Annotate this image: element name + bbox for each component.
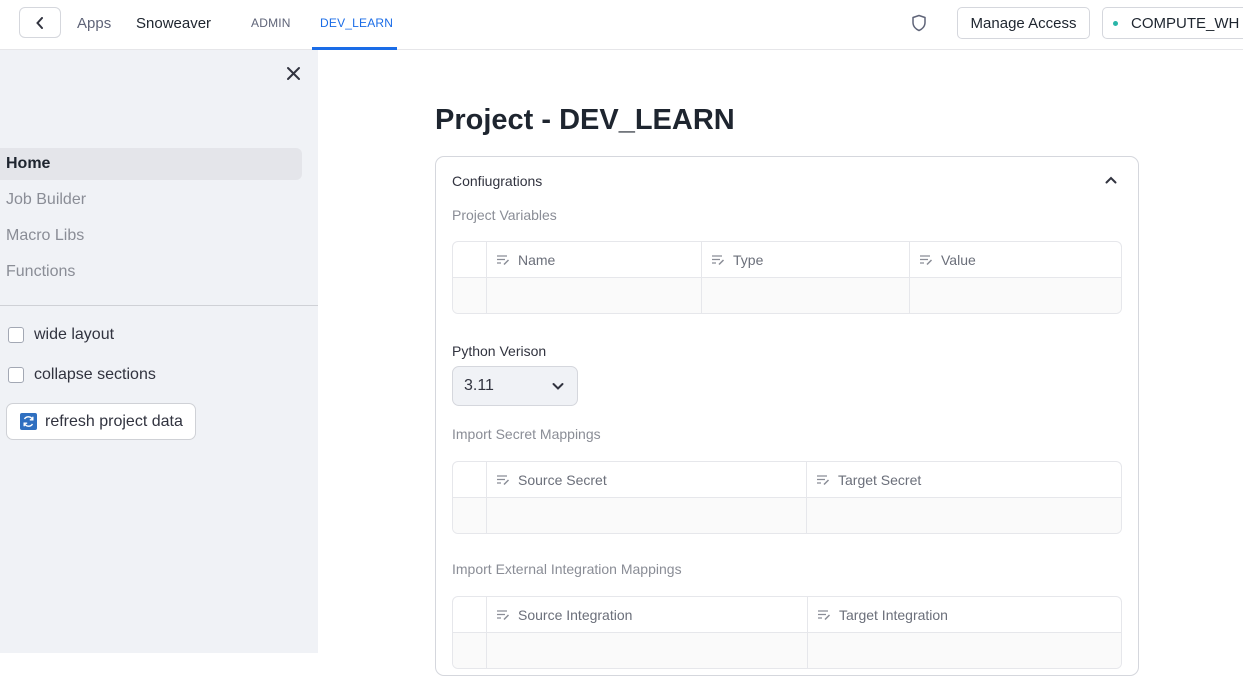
tab-dev-learn[interactable]: DEV_LEARN — [320, 16, 393, 30]
configurations-expander-title[interactable]: Confiugrations — [452, 173, 542, 189]
python-version-label: Python Verison — [452, 343, 547, 359]
breadcrumb-app-name: Snoweaver — [136, 15, 212, 32]
manage-access-button[interactable]: Manage Access — [957, 7, 1090, 39]
warehouse-selector[interactable]: COMPUTE_WH — [1102, 7, 1243, 39]
collapse-sections-option[interactable]: collapse sections — [8, 366, 156, 384]
refresh-icon — [20, 413, 37, 430]
sidebar-item-functions[interactable]: Functions — [0, 256, 302, 288]
column-header-target-integration[interactable]: Target Integration — [817, 597, 948, 633]
column-header-target-secret[interactable]: Target Secret — [816, 462, 921, 498]
sidebar-item-macro-libs[interactable]: Macro Libs — [0, 220, 302, 252]
page-title: Project - DEV_LEARN — [435, 104, 735, 136]
warehouse-status-dot — [1113, 20, 1118, 26]
column-header-name[interactable]: Name — [496, 242, 555, 278]
secret-mappings-label: Import Secret Mappings — [452, 426, 601, 442]
warehouse-label: COMPUTE_WH — [1131, 14, 1240, 32]
column-header-type[interactable]: Type — [711, 242, 763, 278]
manage-access-label: Manage Access — [970, 14, 1077, 32]
sidebar-divider — [0, 305, 318, 306]
tab-admin[interactable]: ADMIN — [251, 16, 291, 30]
project-variables-table[interactable]: Name Type Value — [452, 241, 1122, 314]
project-variables-label: Project Variables — [452, 207, 557, 223]
back-button[interactable] — [19, 7, 61, 38]
integration-mappings-table[interactable]: Source Integration Target Integration — [452, 596, 1122, 669]
python-version-value: 3.11 — [464, 377, 494, 394]
chevron-down-icon — [552, 383, 564, 390]
breadcrumb-apps[interactable]: Apps — [77, 15, 111, 32]
edit-column-icon — [817, 475, 830, 486]
close-icon[interactable] — [285, 65, 302, 82]
column-header-source-integration[interactable]: Source Integration — [496, 597, 632, 633]
column-header-source-secret[interactable]: Source Secret — [496, 462, 607, 498]
sidebar-item-job-builder[interactable]: Job Builder — [0, 184, 302, 216]
column-header-value[interactable]: Value — [919, 242, 976, 278]
edit-column-icon — [497, 475, 510, 486]
chevron-up-icon[interactable] — [1104, 173, 1118, 187]
active-tab-indicator — [312, 47, 397, 50]
table-row[interactable] — [453, 498, 1121, 533]
collapse-sections-checkbox[interactable] — [8, 367, 24, 383]
refresh-label: refresh project data — [45, 412, 183, 430]
wide-layout-checkbox[interactable] — [8, 327, 24, 343]
edit-column-icon — [920, 255, 933, 266]
sidebar: Home Job Builder Macro Libs Functions wi… — [0, 50, 318, 653]
table-row[interactable] — [453, 633, 1121, 668]
table-row[interactable] — [453, 278, 1121, 313]
configurations-panel: Confiugrations Project Variables Name Ty… — [435, 156, 1139, 676]
edit-column-icon — [712, 255, 725, 266]
edit-column-icon — [497, 255, 510, 266]
integration-mappings-label: Import External Integration Mappings — [452, 561, 682, 577]
secret-mappings-table[interactable]: Source Secret Target Secret — [452, 461, 1122, 534]
wide-layout-label: wide layout — [34, 326, 115, 343]
chevron-left-icon — [36, 16, 43, 29]
refresh-project-data-button[interactable]: refresh project data — [6, 403, 196, 440]
wide-layout-option[interactable]: wide layout — [8, 326, 114, 344]
python-version-select[interactable]: 3.11 — [452, 366, 578, 406]
top-bar: Apps Snoweaver ADMIN DEV_LEARN Manage Ac… — [0, 0, 1243, 50]
sidebar-item-home[interactable]: Home — [0, 148, 302, 180]
edit-column-icon — [497, 610, 510, 621]
edit-column-icon — [818, 610, 831, 621]
shield-icon[interactable] — [911, 14, 927, 32]
collapse-sections-label: collapse sections — [34, 366, 156, 383]
